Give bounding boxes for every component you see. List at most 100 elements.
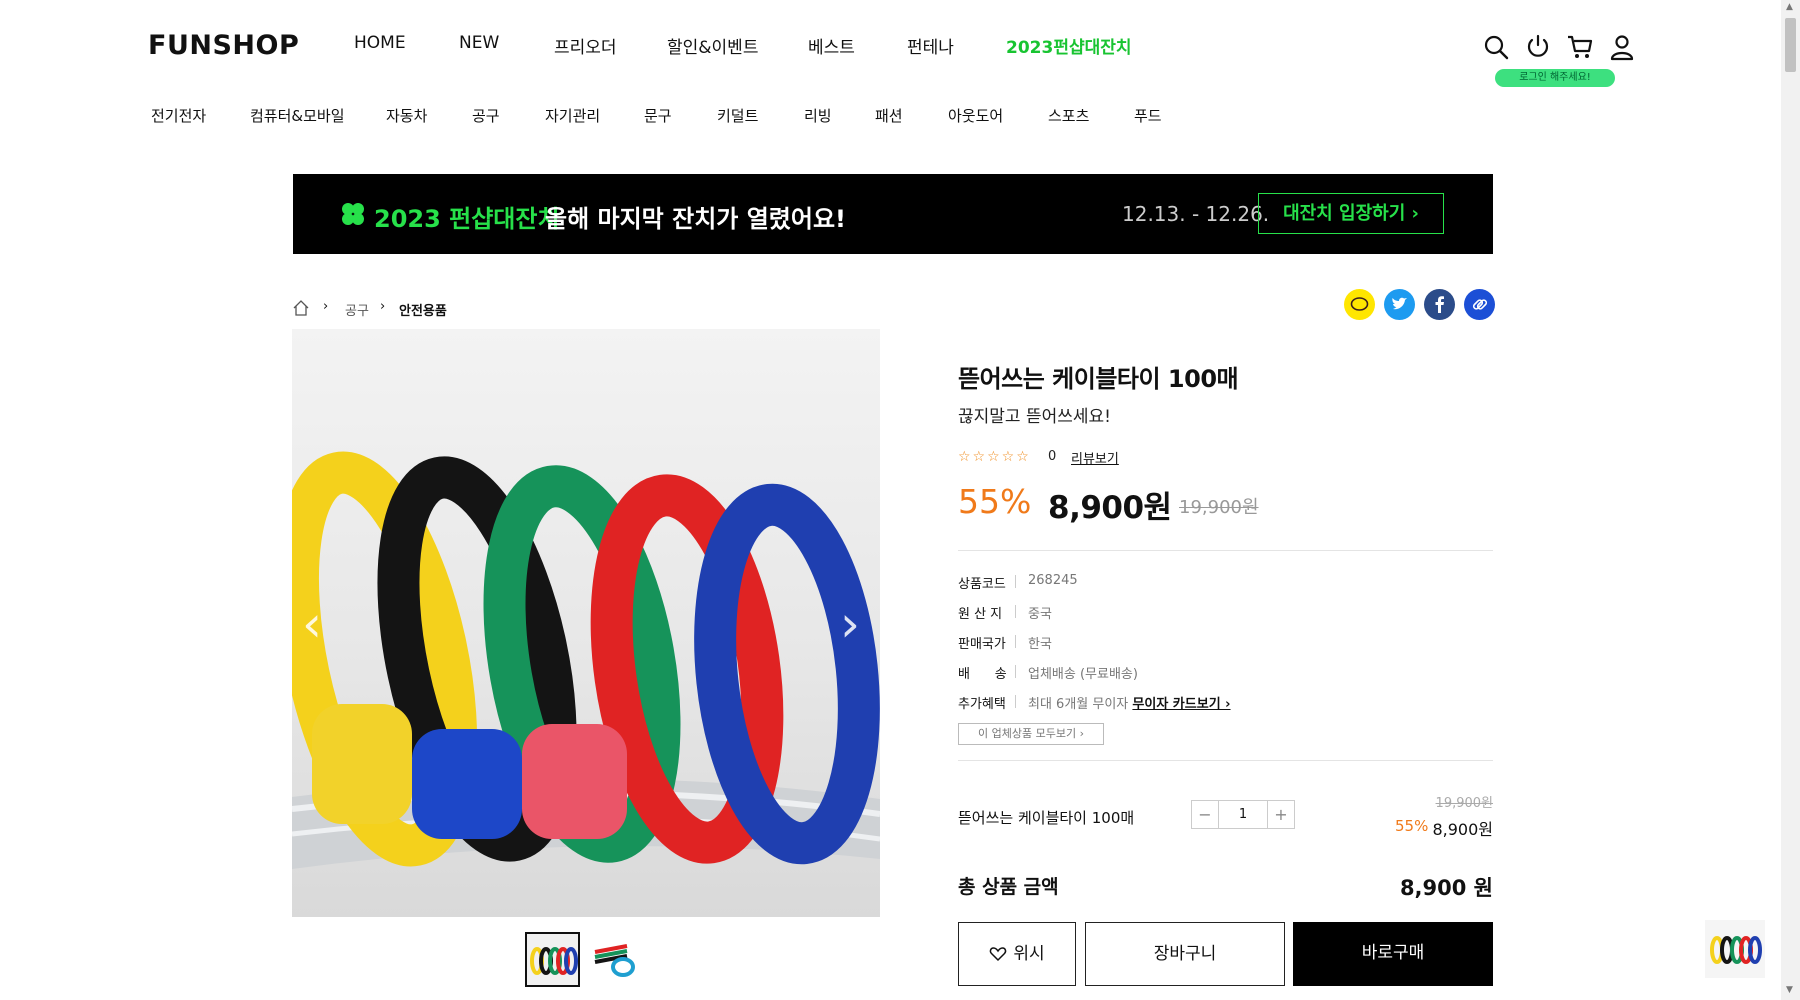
login-tooltip: 로그인 해주세요! xyxy=(1495,69,1615,87)
seller-products-button[interactable]: 이 업체상품 모두보기 › xyxy=(958,723,1104,745)
recent-product-image xyxy=(1710,936,1762,964)
banner-date: 12.13. - 12.26. xyxy=(1122,202,1270,226)
cable-tie-photo xyxy=(292,451,880,869)
scroll-up-arrow-icon[interactable]: ▲ xyxy=(1786,2,1793,12)
thumbnail-image xyxy=(594,944,635,977)
product-title: 뜯어쓰는 케이블타이 100매 xyxy=(958,365,1239,393)
page-scrollbar[interactable]: ▲ ▼ xyxy=(1781,0,1800,1000)
discount-rate: 55% xyxy=(958,482,1032,521)
divider xyxy=(1015,635,1016,648)
info-label-shipping: 배 송 xyxy=(958,667,1007,682)
wish-button[interactable]: 위시 xyxy=(958,922,1076,986)
scrollbar-thumb[interactable] xyxy=(1785,18,1796,72)
breadcrumb-safety[interactable]: 안전용품 xyxy=(399,300,447,319)
total-label: 총 상품 금액 xyxy=(958,876,1059,898)
banner-enter-button[interactable]: 대잔치 입장하기 › xyxy=(1258,193,1444,234)
info-value-origin: 중국 xyxy=(1028,607,1052,622)
review-link[interactable]: 리뷰보기 xyxy=(1071,448,1119,467)
category-tools[interactable]: 공구 xyxy=(472,105,500,126)
clover-icon xyxy=(342,203,364,225)
scroll-down-arrow-icon[interactable]: ▼ xyxy=(1786,985,1793,995)
card-benefit-link[interactable]: 무이자 카드보기 › xyxy=(1132,697,1230,712)
sale-price: 8,900원 xyxy=(1048,490,1172,526)
divider xyxy=(1015,575,1016,588)
product-subtitle: 끊지말고 뜯어쓰세요! xyxy=(958,407,1111,427)
gnb-funtenna[interactable]: 펀테나 xyxy=(907,33,954,58)
gnb-new[interactable]: NEW xyxy=(459,33,499,53)
divider xyxy=(1015,695,1016,708)
review-count: 0 xyxy=(1048,449,1057,464)
search-icon[interactable] xyxy=(1482,33,1510,61)
product-thumbnail[interactable] xyxy=(587,932,642,987)
category-kidult[interactable]: 키덜트 xyxy=(717,105,758,126)
category-electronics[interactable]: 전기전자 xyxy=(151,105,206,126)
original-price: 19,900원 xyxy=(1179,497,1259,518)
info-value-shipping: 업체배송 (무료배송) xyxy=(1028,667,1138,682)
category-selfcare[interactable]: 자기관리 xyxy=(545,105,600,126)
option-name: 뜯어쓰는 케이블타이 100매 xyxy=(958,809,1135,827)
total-price: 8,900 원 xyxy=(1399,876,1493,900)
category-fashion[interactable]: 패션 xyxy=(875,105,903,126)
quantity-minus-button[interactable]: − xyxy=(1192,801,1218,828)
option-price: 8,900원 xyxy=(1432,820,1493,839)
category-sports[interactable]: 스포츠 xyxy=(1048,105,1089,126)
info-value-benefit: 최대 6개월 무이자 무이자 카드보기 › xyxy=(1028,693,1231,712)
add-to-cart-button[interactable]: 장바구니 xyxy=(1085,922,1285,986)
power-icon[interactable] xyxy=(1524,33,1552,61)
heart-icon xyxy=(990,947,1007,962)
category-outdoor[interactable]: 아웃도어 xyxy=(948,105,1003,126)
wish-label: 위시 xyxy=(1013,944,1045,964)
benefit-text: 최대 6개월 무이자 xyxy=(1028,697,1129,712)
kakao-share-button[interactable] xyxy=(1344,289,1375,320)
product-thumbnail[interactable] xyxy=(525,932,580,987)
home-icon[interactable] xyxy=(292,299,310,317)
facebook-icon xyxy=(1435,296,1444,313)
quantity-value[interactable]: 1 xyxy=(1218,801,1268,828)
thumbnail-image xyxy=(530,947,578,975)
quantity-plus-button[interactable]: + xyxy=(1268,801,1294,828)
breadcrumb-tools[interactable]: 공구 xyxy=(345,300,369,319)
next-image-arrow[interactable]: › xyxy=(840,599,860,649)
user-icon[interactable] xyxy=(1608,33,1636,61)
facebook-share-button[interactable] xyxy=(1424,289,1455,320)
info-label-country: 판매국가 xyxy=(958,637,1006,652)
buy-now-button[interactable]: 바로구매 xyxy=(1293,922,1493,986)
twitter-share-button[interactable] xyxy=(1384,289,1415,320)
twitter-icon xyxy=(1392,297,1407,310)
info-value-country: 한국 xyxy=(1028,637,1052,652)
divider xyxy=(1015,665,1016,678)
gnb-sale-event[interactable]: 할인&이벤트 xyxy=(667,33,758,58)
category-food[interactable]: 푸드 xyxy=(1134,105,1162,126)
divider xyxy=(1015,605,1016,618)
category-car[interactable]: 자동차 xyxy=(386,105,427,126)
option-original-price: 19,900원 xyxy=(1435,796,1493,811)
category-computer-mobile[interactable]: 컴퓨터&모바일 xyxy=(250,105,345,126)
link-share-button[interactable] xyxy=(1464,289,1495,320)
breadcrumb-chevron-icon: › xyxy=(323,299,329,314)
cart-icon[interactable] xyxy=(1566,33,1594,61)
kakao-icon xyxy=(1350,297,1369,311)
category-stationery[interactable]: 문구 xyxy=(644,105,672,126)
link-icon xyxy=(1472,299,1488,310)
gnb-preorder[interactable]: 프리오더 xyxy=(554,33,617,58)
quantity-stepper[interactable]: − 1 + xyxy=(1191,800,1295,829)
breadcrumb-chevron-icon: › xyxy=(380,299,386,314)
gnb-home[interactable]: HOME xyxy=(354,33,406,53)
festival-banner[interactable]: 2023 펀샵대잔치 올해 마지막 잔치가 열렸어요! 12.13. - 12.… xyxy=(293,174,1493,254)
option-discount: 55% xyxy=(1395,817,1429,835)
info-label-origin: 원 산 지 xyxy=(958,607,1003,622)
divider xyxy=(958,550,1493,551)
divider xyxy=(958,760,1493,761)
gnb-festival[interactable]: 2023펀샵대잔치 xyxy=(1006,33,1132,58)
category-living[interactable]: 리빙 xyxy=(804,105,832,126)
recent-product-floater[interactable] xyxy=(1705,920,1765,978)
product-main-image: ‹ › xyxy=(292,329,880,917)
info-value-code: 268245 xyxy=(1028,573,1078,588)
banner-text: 올해 마지막 잔치가 열렸어요! xyxy=(545,205,846,233)
rating-stars: ☆☆☆☆☆ xyxy=(958,449,1031,465)
gnb-best[interactable]: 베스트 xyxy=(808,33,855,58)
prev-image-arrow[interactable]: ‹ xyxy=(302,599,322,649)
site-logo[interactable]: FUNSHOP xyxy=(148,30,299,61)
info-label-benefit: 추가혜택 xyxy=(958,697,1006,712)
banner-title: 2023 펀샵대잔치 xyxy=(374,205,560,233)
